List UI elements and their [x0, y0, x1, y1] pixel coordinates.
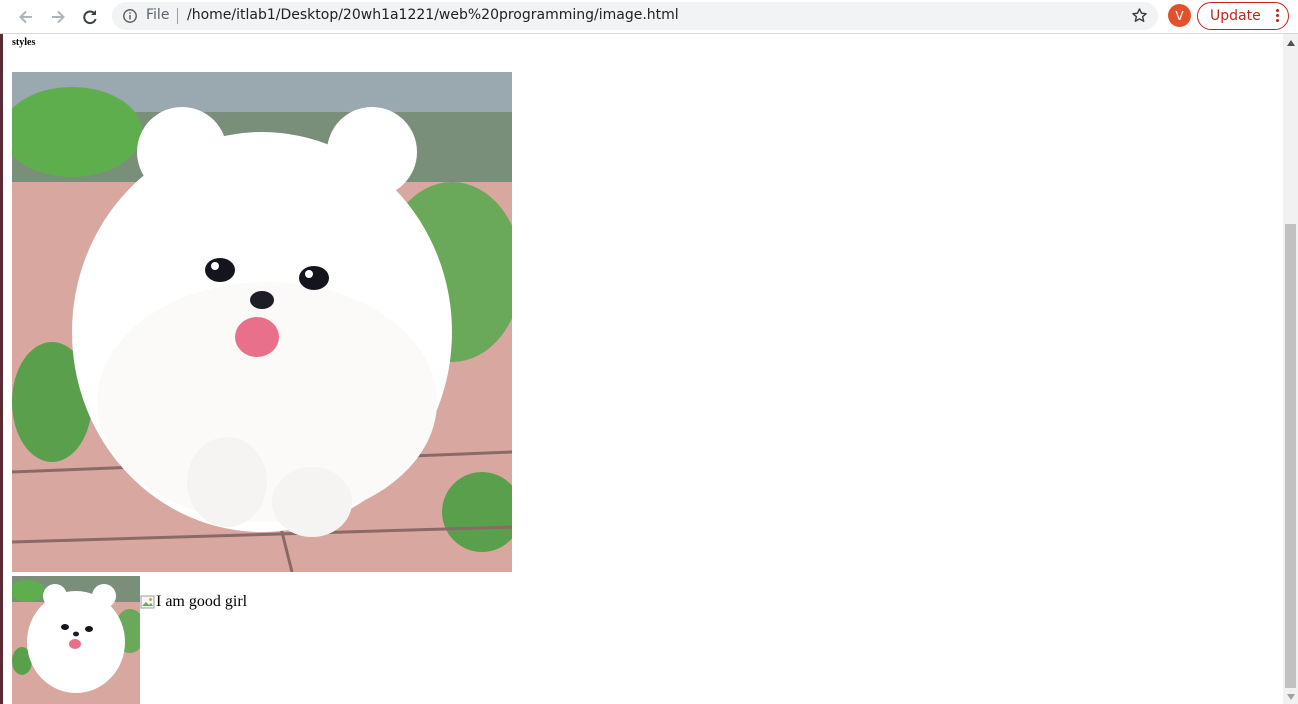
triangle-up-icon — [1286, 40, 1295, 46]
reload-button[interactable] — [77, 4, 103, 30]
puppy-image-small — [12, 576, 140, 704]
triangle-down-icon — [1286, 694, 1295, 700]
scroll-down-button[interactable] — [1283, 690, 1298, 704]
reload-icon — [83, 10, 97, 25]
address-bar[interactable]: File /home/itlab1/Desktop/20wh1a1221/web… — [112, 2, 1158, 30]
puppy-image-large — [12, 72, 512, 572]
arrow-right-icon — [52, 10, 65, 24]
bookmark-star-icon[interactable] — [1131, 7, 1148, 29]
back-button[interactable] — [13, 4, 39, 30]
url-text[interactable]: /home/itlab1/Desktop/20wh1a1221/web%20pr… — [187, 7, 679, 23]
broken-image: I am good girl — [140, 593, 247, 611]
url-scheme-label: File — [146, 7, 170, 23]
arrow-left-icon — [19, 10, 32, 24]
page-heading: styles — [12, 37, 36, 48]
scrollbar-thumb[interactable] — [1285, 224, 1296, 688]
broken-image-alt-text: I am good girl — [156, 593, 248, 610]
scroll-up-button[interactable] — [1283, 36, 1298, 50]
info-icon[interactable] — [122, 8, 138, 29]
broken-image-icon — [140, 595, 155, 609]
forward-button[interactable] — [45, 4, 71, 30]
profile-avatar[interactable]: V — [1168, 4, 1191, 27]
more-menu-icon[interactable] — [1276, 9, 1279, 24]
browser-toolbar: File /home/itlab1/Desktop/20wh1a1221/web… — [0, 0, 1298, 34]
update-label: Update — [1210, 8, 1261, 24]
update-button[interactable]: Update — [1197, 2, 1289, 30]
window-edge — [0, 34, 3, 704]
url-separator — [177, 8, 178, 24]
